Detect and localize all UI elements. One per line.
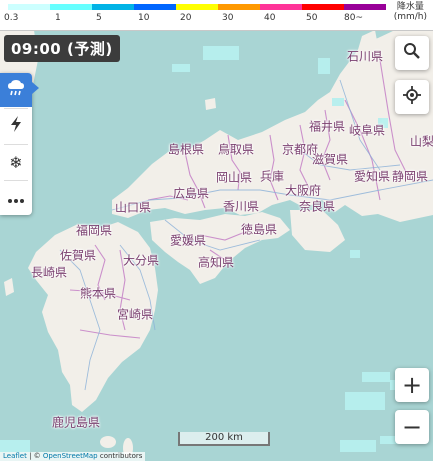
prefecture-label: 香川県	[222, 199, 260, 214]
legend-tick-label: 1	[55, 13, 61, 23]
prefecture-label: 滋賀県	[311, 152, 349, 167]
prefecture-label: 長崎県	[30, 265, 68, 280]
legend-tick-label: 30	[222, 13, 234, 23]
prefecture-label: 愛媛県	[169, 233, 207, 248]
more-icon	[7, 189, 25, 208]
zoom-in-button[interactable]: +	[395, 368, 429, 402]
legend-tick-label: 0.3	[4, 13, 19, 23]
rain-layer-button[interactable]	[0, 73, 32, 107]
legend-color-segment	[8, 4, 50, 10]
prefecture-label: 奈良県	[298, 199, 336, 214]
legend-color-segment	[176, 4, 218, 10]
more-button[interactable]	[0, 181, 32, 215]
legend-color-bar	[8, 4, 386, 10]
precipitation-legend: 0.3 1 5 10 20 30 40 50 80~ 降水量 (mm/h)	[0, 0, 433, 31]
prefecture-label: 熊本県	[79, 286, 117, 301]
legend-title-line2: (mm/h)	[393, 12, 427, 22]
map-scale: 200 km	[178, 432, 270, 446]
prefecture-label: 宮崎県	[116, 307, 154, 322]
prefecture-label: 兵庫	[259, 169, 285, 184]
rain-cloud-icon	[6, 78, 26, 102]
prefecture-label: 鹿児島県	[51, 415, 101, 430]
legend-tick-label: 5	[96, 13, 102, 23]
active-layer-pointer	[32, 82, 39, 94]
prefecture-label: 山梨	[409, 134, 433, 149]
search-icon	[403, 42, 421, 64]
legend-title-line1: 降水量	[396, 2, 424, 12]
layer-toolbar: ❄	[0, 73, 32, 215]
lightning-icon	[8, 115, 24, 137]
legend-color-segment	[134, 4, 176, 10]
legend-tick-label: 10	[138, 13, 150, 23]
prefecture-label: 大分県	[122, 253, 160, 268]
prefecture-label: 徳島県	[240, 222, 278, 237]
legend-tick-label: 20	[180, 13, 192, 23]
legend-ticks: 0.3 1 5 10 20 30 40 50 80~	[0, 13, 433, 27]
prefecture-label: 大阪府	[284, 183, 322, 198]
legend-tick-label: 50	[306, 13, 318, 23]
legend-color-segment	[260, 4, 302, 10]
snow-layer-button[interactable]: ❄	[0, 145, 32, 179]
prefecture-label: 静岡県	[391, 169, 429, 184]
prefecture-label: 岐阜県	[348, 123, 386, 138]
lightning-layer-button[interactable]	[0, 109, 32, 143]
zoom-out-button[interactable]: −	[395, 410, 429, 444]
legend-color-segment	[218, 4, 260, 10]
leaflet-link[interactable]: Leaflet	[3, 452, 27, 460]
attribution-separator: | ©	[26, 452, 43, 460]
prefecture-label: 福岡県	[75, 223, 113, 238]
snowflake-icon: ❄	[9, 152, 23, 172]
prefecture-label: 石川県	[346, 49, 384, 64]
oki-islands	[205, 98, 216, 110]
legend-title: 降水量 (mm/h)	[394, 2, 427, 22]
osm-link[interactable]: OpenStreetMap	[43, 452, 98, 460]
legend-color-segment	[344, 4, 386, 10]
search-button[interactable]	[395, 36, 429, 70]
prefecture-label: 福井県	[308, 119, 346, 134]
map-canvas[interactable]	[0, 0, 433, 460]
prefecture-label: 広島県	[172, 186, 210, 201]
legend-color-segment	[302, 4, 344, 10]
prefecture-label: 愛知県	[353, 169, 391, 184]
attribution-suffix: contributors	[97, 452, 143, 460]
prefecture-label: 佐賀県	[59, 248, 97, 263]
locate-icon	[403, 86, 421, 108]
prefecture-label: 島根県	[167, 142, 205, 157]
prefecture-label: 岡山県	[215, 170, 253, 185]
locate-button[interactable]	[395, 80, 429, 114]
legend-tick-label: 80~	[344, 13, 363, 23]
prefecture-label: 高知県	[197, 255, 235, 270]
forecast-time-badge[interactable]: 09:00 (予測)	[4, 35, 120, 62]
legend-color-segment	[92, 4, 134, 10]
prefecture-label: 山口県	[114, 200, 152, 215]
legend-tick-label: 40	[264, 13, 276, 23]
legend-color-segment	[50, 4, 92, 10]
prefecture-label: 鳥取県	[217, 142, 255, 157]
